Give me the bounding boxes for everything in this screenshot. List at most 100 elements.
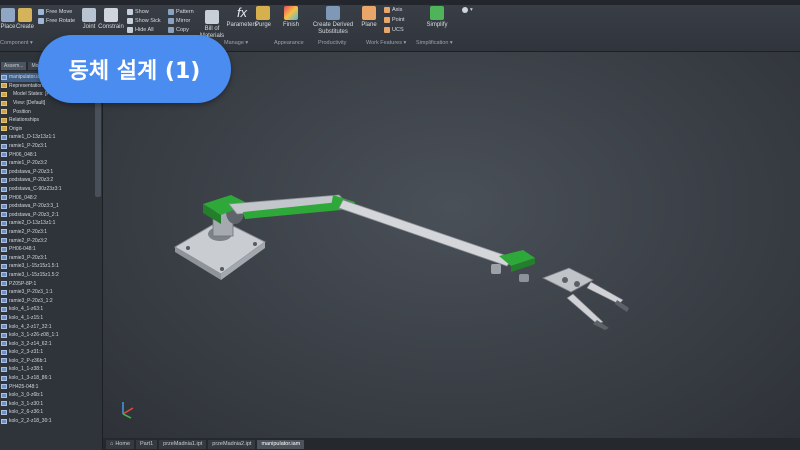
browser-item[interactable]: Origin [1,125,95,134]
browser-item[interactable]: kolo_1_1-z38:1 [1,365,95,374]
browser-item[interactable]: kolo_2_6-z36:1 [1,408,95,417]
place-button[interactable]: Place [0,8,16,31]
browser-item[interactable]: kolo_4_2-z17_32:1 [1,322,95,331]
part-icon [1,358,7,364]
broom-icon [256,6,270,20]
simplify-button[interactable]: Simplify [424,6,450,29]
wrist-motor[interactable] [491,264,501,274]
doctab-part1[interactable]: Part1 [136,439,158,449]
browser-item[interactable]: podstawa_P-20z3_2:1 [1,211,95,220]
move-icon [38,9,44,15]
purge-button[interactable]: Purge [254,6,272,29]
forearm[interactable] [338,199,514,267]
browser-item-label: kolo_2_2-z18_30:1 [9,418,52,425]
wrist-joint[interactable] [519,274,529,282]
browser-item[interactable]: kolo_2_3-z31:1 [1,348,95,357]
doctab-manipulator[interactable]: manipulator.iam [257,439,305,449]
joint-button[interactable]: Joint [80,8,98,31]
part-icon [1,384,7,390]
part-icon [1,177,7,183]
free-move-label: Free Move [46,9,73,15]
derived-icon [326,6,340,20]
browser-item[interactable]: kolo_1_3-z18_86:1 [1,374,95,383]
free-rotate-button[interactable]: Free Rotate [38,17,75,25]
browser-item[interactable]: PH06_048:1 [1,150,95,159]
browser-item[interactable]: kolo_3_2-z14_62:1 [1,339,95,348]
browser-item[interactable]: podstawa_P-20z3:1 [1,168,95,177]
place-label: Place [0,24,16,30]
browser-item[interactable]: ramie2_P-20z3:2 [1,236,95,245]
constrain-button[interactable]: Constrain [98,8,124,31]
axis-button[interactable]: Axis [384,6,402,14]
browser-item[interactable]: PZ05P-8P:1 [1,279,95,288]
pattern-button[interactable]: Pattern [168,8,194,16]
browser-item[interactable]: podstawa_P-20z3:2 [1,176,95,185]
folder-icon [1,91,7,97]
browser-item[interactable]: kolo_4_1-z15:1 [1,314,95,323]
axis-icon [384,7,390,13]
part-icon [1,263,7,269]
part-icon [1,238,7,244]
browser-item[interactable]: kolo_3_1-z26-z08_1:1 [1,331,95,340]
bolt-icon [253,242,257,246]
create-button[interactable]: Create [16,8,34,31]
parameters-button[interactable]: fx Parameters [227,6,258,29]
browser-item[interactable]: ramie1_P-20z3:1 [1,142,95,151]
copy-button[interactable]: Copy [168,26,189,34]
ucs-label: UCS [392,27,404,33]
browser-item[interactable]: kolo_3_0-z6b:1 [1,391,95,400]
assembly-model[interactable] [103,52,800,438]
ucs-button[interactable]: UCS [384,26,404,34]
browser-item[interactable]: ramie2_P-20z3:1 [1,228,95,237]
browser-item[interactable]: ramie2_D-13z13z1:1 [1,219,95,228]
browser-item-label: ramie1_P-20z3:1 [9,143,48,150]
browser-item-label: kolo_3_0-z6b:1 [9,392,44,399]
title-badge: 동체 설계 (1) [38,35,231,103]
browser-item[interactable]: PH425-048:1 [1,382,95,391]
browser-item[interactable]: podstawa_C-90z23z3:1 [1,185,95,194]
3d-viewport[interactable] [103,52,800,438]
show-sick-button[interactable]: Show Sick [127,17,161,25]
hide-all-button[interactable]: Hide All [127,26,154,34]
browser-item-label: PH06_048:2 [9,194,37,201]
pattern-icon [168,9,174,15]
browser-item[interactable]: ramie3_L-15z15z1.5:1 [1,262,95,271]
show-button[interactable]: Show [127,8,149,16]
browser-item[interactable]: ramie1_D-13z13z1:1 [1,133,95,142]
gripper-finger-lower[interactable] [566,293,604,325]
create-derived-button[interactable]: Create Derived Substitutes [310,6,356,36]
part-icon [1,375,7,381]
browser-item-label: View: [Default] [13,100,46,107]
rotate-icon [38,18,44,24]
point-button[interactable]: Point [384,16,405,24]
browser-item[interactable]: ramie3_P-20z3_1:1 [1,288,95,297]
browser-item[interactable]: ramie3_P-20z3:1 [1,253,95,262]
finish-button[interactable]: Finish [280,6,302,29]
browser-item[interactable]: kolo_2_2-z18_30:1 [1,417,95,426]
doctab-home[interactable]: ⌂ Home [106,439,134,449]
ucs-icon [384,27,390,33]
browser-item[interactable]: podstawa_P-20z3:3_1 [1,202,95,211]
point-icon [384,17,390,23]
browser-item[interactable]: PH06_048:2 [1,193,95,202]
browser-item[interactable]: kolo_3_1-z30:1 [1,400,95,409]
doctab-przeMadnia2[interactable]: przeMadnia2.ipt [208,439,256,449]
ribbon-options-button[interactable]: ▾ [462,6,473,14]
document-tabs: ⌂ Home Part1 przeMadnia1.ipt przeMadnia2.… [103,438,800,450]
browser-item[interactable]: kolo_2_P-z36b:1 [1,357,95,366]
doctab-przeMadnia1[interactable]: przeMadnia1.ipt [159,439,207,449]
free-rotate-label: Free Rotate [46,18,76,24]
browser-item[interactable]: ramie1_P-20z3:2 [1,159,95,168]
mirror-button[interactable]: Mirror [168,17,190,25]
browser-item[interactable]: ramie3_L-15z15z1.5:2 [1,271,95,280]
browser-item[interactable]: Position [1,107,95,116]
browser-item[interactable]: kolo_4_1-z63:1 [1,305,95,314]
browser-tab-assembly[interactable]: Assem... [1,62,27,70]
bolt-icon [186,246,190,250]
browser-item[interactable]: PH06-048:1 [1,245,95,254]
browser-item[interactable]: ramie3_P-20z3_1:2 [1,296,95,305]
plane-button[interactable]: Plane [358,6,380,29]
free-move-button[interactable]: Free Move [38,8,72,16]
browser-item[interactable]: Relationships [1,116,95,125]
doctab-home-label: Home [115,440,130,447]
